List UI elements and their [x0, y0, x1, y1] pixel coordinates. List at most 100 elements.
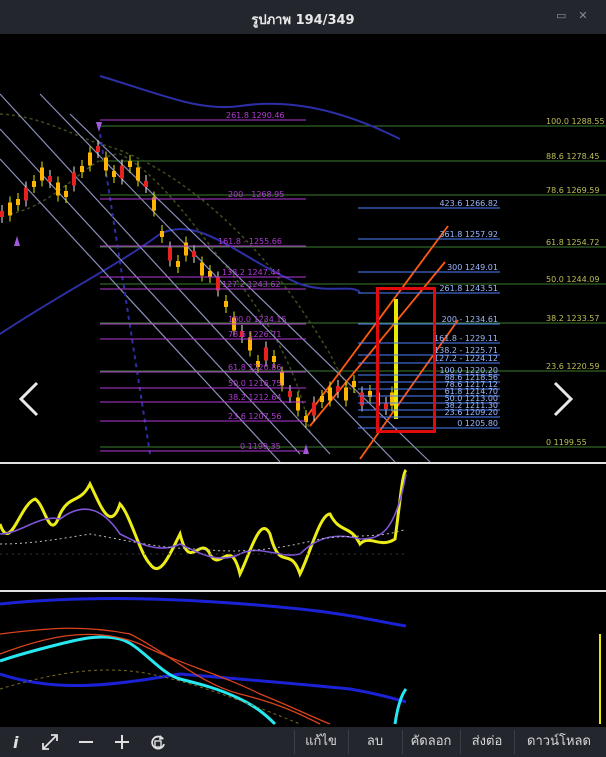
- edge-fib-label: 88.6 1278.45: [546, 152, 599, 161]
- minus-icon[interactable]: [76, 732, 96, 752]
- info-icon[interactable]: i: [5, 732, 25, 752]
- left-fib-label: 200 - 1268.95: [228, 190, 284, 199]
- title-bar: รูปภาพ 194/349 ▭ ✕: [0, 0, 606, 34]
- highlight-box: [376, 287, 436, 433]
- right-fib-label: 200 - 1234.61: [442, 315, 498, 324]
- edge-fib-label: 50.0 1244.09: [546, 275, 599, 284]
- candle-body: [56, 182, 60, 196]
- left-fib-label: 38.2 1212.64: [228, 393, 281, 402]
- candle-body: [168, 247, 172, 261]
- edge-fib-label: 78.6 1269.59: [546, 186, 599, 195]
- candle-body: [296, 397, 300, 411]
- plus-icon[interactable]: [112, 732, 132, 752]
- cyan-indicator-tail: [393, 688, 408, 725]
- candle-body: [160, 231, 164, 237]
- candle-body: [80, 166, 84, 172]
- expand-icon[interactable]: [40, 732, 60, 752]
- right-fib-label: 161.8 - 1229.11: [434, 334, 498, 343]
- chevron-right-icon: [553, 381, 574, 417]
- upper-dotted-band: [0, 113, 361, 395]
- left-fib-label: 50.0 1216.75: [228, 379, 281, 388]
- upper-band-line: [99, 75, 401, 140]
- download-button[interactable]: ดาวน์โหลด: [516, 727, 602, 757]
- previous-image-arrow[interactable]: [17, 379, 47, 419]
- bottom-arrow-icon: [303, 444, 309, 454]
- candle-body: [128, 161, 132, 167]
- left-fib-label: 161.8 - 1255.66: [218, 237, 282, 246]
- blue-band-upper: [0, 597, 407, 628]
- lower-band-line: [0, 228, 361, 335]
- candle-body: [224, 301, 228, 307]
- edit-button[interactable]: แก้ไข: [296, 727, 346, 757]
- purple-oscillator-line: [0, 473, 407, 559]
- candle-body: [200, 262, 204, 276]
- oscillator-pane: [0, 468, 408, 579]
- candle-body: [72, 172, 76, 186]
- candle-body: [16, 199, 20, 205]
- delete-button[interactable]: ลบ: [350, 727, 400, 757]
- candle-body: [120, 165, 124, 179]
- candle-body: [144, 181, 148, 187]
- candle-body: [176, 261, 180, 267]
- edge-fib-label: 0 1199.55: [546, 438, 587, 447]
- candle-body: [208, 271, 212, 277]
- toolbar-divider: [294, 730, 295, 754]
- next-image-arrow[interactable]: [547, 379, 577, 419]
- candle-body: [96, 146, 100, 152]
- left-fib-label: 0 1199.35: [240, 442, 281, 451]
- toolbar-divider: [460, 730, 461, 754]
- candle-body: [184, 242, 188, 256]
- left-fib-label: 100.0 1234.15: [228, 315, 287, 324]
- candle-body: [264, 347, 268, 361]
- chevron-left-icon: [18, 381, 39, 417]
- candle-body: [192, 251, 196, 257]
- left-fib-label: 138.2 1247.44: [222, 268, 281, 277]
- candle-body: [328, 387, 332, 401]
- candle-body: [344, 387, 348, 401]
- candle-body: [0, 211, 4, 217]
- candle-body: [24, 187, 28, 201]
- candle-body: [40, 167, 44, 181]
- candle-body: [104, 157, 108, 171]
- lower-indicator-pane: [0, 597, 601, 726]
- rotate-icon[interactable]: [148, 732, 168, 752]
- channel-lines: [0, 93, 431, 463]
- chart-screenshot: 261.8 1290.46 200 - 1268.95 161.8 - 1255.6…: [0, 75, 606, 726]
- edge-fib-label: 100.0 1288.55: [546, 117, 605, 126]
- right-fib-label: 23.6 1209.20: [445, 408, 498, 417]
- candle-body: [336, 386, 340, 392]
- minimize-icon[interactable]: ▭: [556, 10, 566, 21]
- right-fib-label: 361.8 1257.92: [439, 230, 498, 239]
- left-bottom-arrow-icon: [14, 236, 20, 246]
- candle-body: [352, 381, 356, 387]
- candle-body: [360, 392, 364, 406]
- svg-text:i: i: [13, 733, 19, 752]
- edge-fib-label: 38.2 1233.57: [546, 314, 599, 323]
- right-fib-label: 127.2 - 1224.12: [434, 354, 498, 363]
- window-title: รูปภาพ 194/349: [251, 13, 355, 28]
- left-fib-label: 23.6 1207.56: [228, 412, 281, 421]
- left-fib-label: 78.6 1226.71: [228, 330, 281, 339]
- right-fib-label: 300 1249.01: [447, 263, 498, 272]
- candle-body: [320, 396, 324, 402]
- bottom-toolbar: i แก้ไข ลบ คัดลอก ส่งต่อ ดาวน์โหลด: [0, 727, 606, 757]
- image-viewer: 261.8 1290.46 200 - 1268.95 161.8 - 1255.6…: [0, 34, 606, 727]
- candle-body: [112, 171, 116, 177]
- top-arrow-icon: [96, 122, 102, 132]
- candle-body: [136, 167, 140, 181]
- toolbar-divider: [514, 730, 515, 754]
- share-button[interactable]: ส่งต่อ: [462, 727, 512, 757]
- edge-fib-label: 23.6 1220.59: [546, 362, 599, 371]
- right-fib-label: 0 1205.80: [457, 419, 498, 428]
- close-icon[interactable]: ✕: [578, 10, 588, 21]
- candle-body: [288, 391, 292, 397]
- candle-body: [312, 402, 316, 416]
- left-fib-label: 261.8 1290.46: [226, 111, 285, 120]
- copy-button[interactable]: คัดลอก: [404, 727, 458, 757]
- candle-body: [8, 202, 12, 216]
- toolbar-divider: [402, 730, 403, 754]
- candle-body: [88, 152, 92, 166]
- right-fib-label: 261.8 1243.51: [439, 284, 498, 293]
- candle-body: [48, 176, 52, 182]
- candle-body: [272, 356, 276, 362]
